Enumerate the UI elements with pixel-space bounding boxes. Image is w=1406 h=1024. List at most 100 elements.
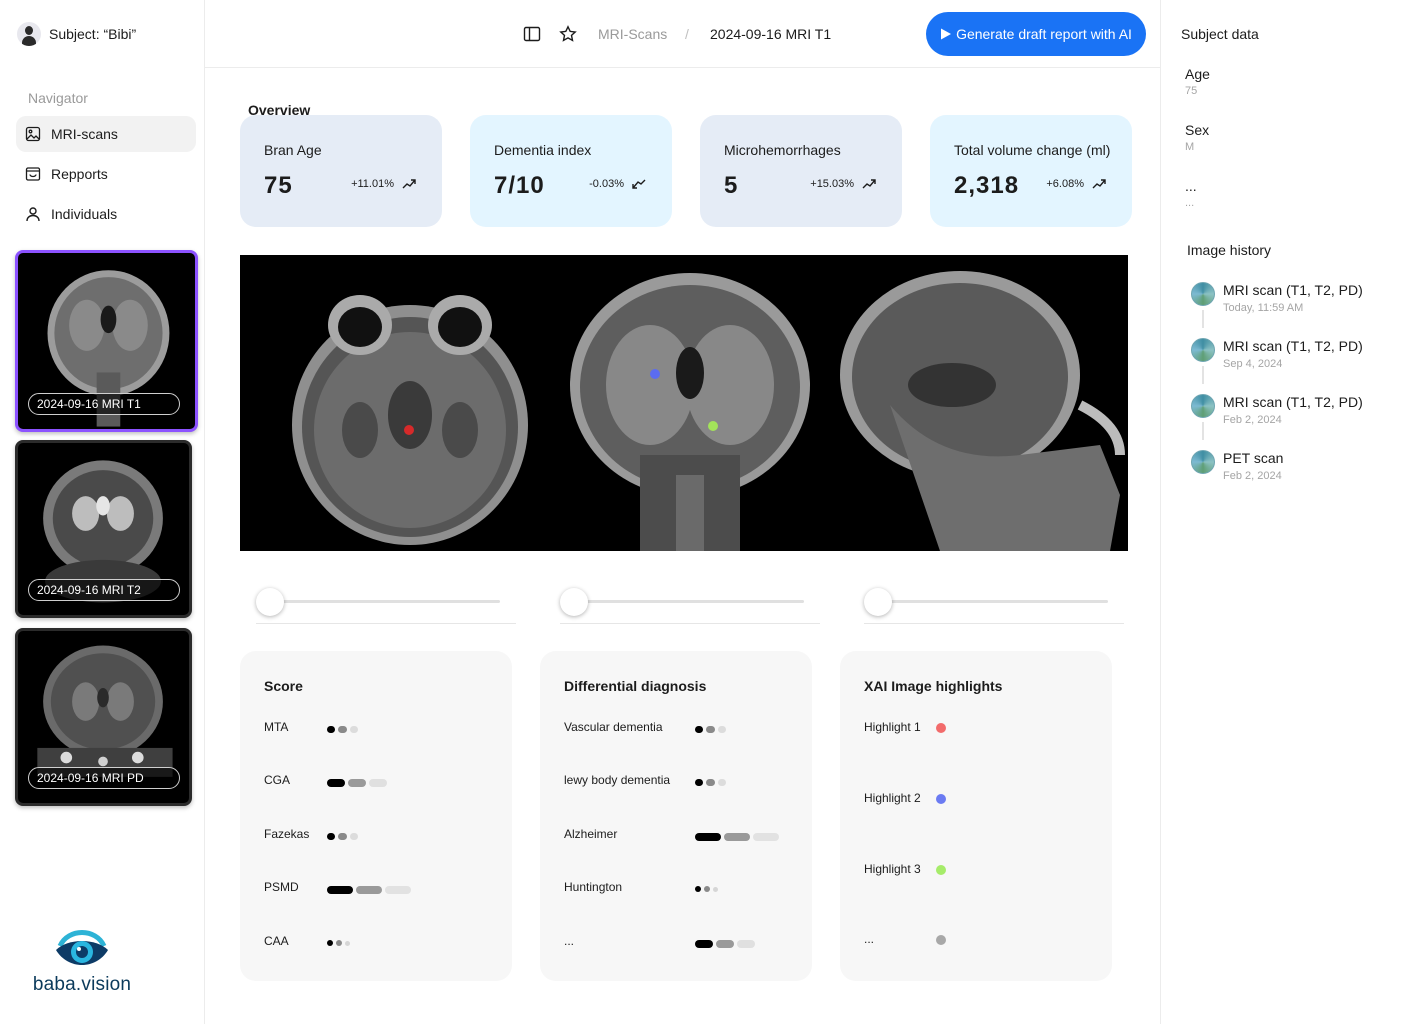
sidebar-item-repports[interactable]: Repports: [16, 156, 196, 192]
xai-highlight-color-dot: [936, 935, 946, 945]
subject-field-value: M: [1185, 141, 1195, 153]
diagnosis-rating-indicator: [695, 726, 726, 733]
diagnosis-rating-segment: [695, 726, 703, 733]
kpi-value: 2,318: [954, 172, 1020, 199]
kpi-value: 7/10: [494, 172, 545, 199]
history-item-name: MRI scan (T1, T2, PD): [1223, 394, 1363, 410]
xai-highlight-label[interactable]: Highlight 3: [864, 862, 921, 876]
sagittal-view[interactable]: [840, 271, 1125, 551]
subject-field-label: Sex: [1185, 122, 1210, 138]
mri-views: [292, 271, 1125, 551]
image-history-title: Image history: [1187, 242, 1272, 258]
trend-up-icon: [402, 179, 416, 189]
scan-preview-icon: [1191, 450, 1215, 474]
score-rating-segment: [338, 726, 347, 733]
slider-knob[interactable]: [256, 588, 284, 616]
diagnosis-rating-segment: [724, 833, 750, 841]
score-rating-segment: [338, 833, 347, 840]
trend-up-icon: [862, 179, 876, 189]
scan-preview-icon: [1191, 394, 1215, 418]
score-rating-segment: [345, 940, 350, 946]
differential-diagnosis-card: Differential diagnosis Vascular dementia…: [540, 651, 812, 981]
top-header: MRI-Scans / 2024-09-16 MRI T1 Generate d…: [205, 0, 1160, 68]
highlight-marker-3[interactable]: [708, 421, 718, 431]
logo-text: baba.vision: [32, 974, 132, 995]
diagnosis-row-label: Alzheimer: [564, 827, 618, 841]
score-rating-indicator: [327, 940, 350, 946]
score-rating-segment: [327, 833, 335, 840]
score-rating-indicator: [327, 886, 411, 894]
kpi-delta: +15.03%: [810, 178, 876, 190]
history-item-time: Sep 4, 2024: [1223, 358, 1283, 370]
kpi-delta-value: -0.03%: [589, 178, 624, 190]
score-rating-segment: [327, 940, 333, 946]
diagnosis-rating-segment: [704, 886, 710, 892]
diagnosis-row-label: ...: [564, 934, 575, 948]
slider-track[interactable]: [268, 600, 500, 603]
scan-thumbnail-t2[interactable]: 2024-09-16 MRI T2: [15, 440, 192, 618]
scan-thumbnail-pd[interactable]: 2024-09-16 MRI PD: [15, 628, 192, 806]
coronal-slice-slider[interactable]: [560, 588, 820, 624]
history-item-time: Feb 2, 2024: [1223, 414, 1282, 426]
timeline-connector: [1202, 422, 1204, 440]
sidebar-item-mri-scans[interactable]: MRI-scans: [16, 116, 196, 152]
scan-thumbnail-t1[interactable]: 2024-09-16 MRI T1: [15, 250, 198, 432]
star-icon[interactable]: [559, 25, 577, 43]
sidebar-item-individuals[interactable]: Individuals: [16, 196, 196, 232]
score-rating-segment: [385, 886, 411, 894]
xai-highlight-label[interactable]: ...: [864, 932, 874, 946]
score-rating-segment: [327, 886, 353, 894]
trend-up-icon: [1092, 179, 1106, 189]
score-rating-indicator: [327, 726, 358, 733]
diagnosis-rating-segment: [753, 833, 779, 841]
score-rating-segment: [327, 779, 345, 787]
score-row-label: Fazekas: [264, 827, 310, 841]
kpi-delta-value: +15.03%: [810, 178, 854, 190]
axial-slice-slider[interactable]: [256, 588, 516, 624]
kpi-card-brain-age: Bran Age 75 +11.01%: [240, 115, 442, 227]
highlight-marker-2[interactable]: [650, 369, 660, 379]
diagnosis-rating-segment: [716, 940, 734, 948]
xai-highlight-label[interactable]: Highlight 2: [864, 791, 921, 805]
diagnosis-row-label: lewy body dementia: [564, 773, 671, 787]
highlight-marker-1[interactable]: [404, 425, 414, 435]
diagnosis-rating-segment: [706, 779, 715, 786]
subject-selector[interactable]: Subject: “Bibi”: [17, 22, 136, 46]
coronal-view[interactable]: [570, 273, 810, 551]
mri-viewer[interactable]: [240, 255, 1128, 551]
slider-track[interactable]: [876, 600, 1108, 603]
kpi-card-microhemorrhages: Microhemorrhages 5 +15.03%: [700, 115, 902, 227]
breadcrumb-mri-scans[interactable]: MRI-Scans: [598, 26, 667, 42]
sidebar-item-label: MRI-scans: [51, 126, 118, 142]
score-card: Score MTA CGA Fazekas PSMD CAA: [240, 651, 512, 981]
score-rating-segment: [336, 940, 342, 946]
score-rating-indicator: [327, 833, 358, 840]
diagnosis-rating-segment: [713, 886, 718, 892]
score-row-label: CAA: [264, 934, 289, 948]
slider-track[interactable]: [572, 600, 804, 603]
scan-preview-icon: [1191, 282, 1215, 306]
sidebar-toggle-icon[interactable]: [523, 25, 541, 43]
kpi-value: 75: [264, 172, 293, 199]
history-item-name: MRI scan (T1, T2, PD): [1223, 282, 1363, 298]
diagnosis-rating-indicator: [695, 886, 718, 892]
score-rating-indicator: [327, 779, 387, 787]
inbox-icon: [25, 167, 41, 181]
kpi-delta: +6.08%: [1046, 178, 1106, 190]
subject-field-label: Age: [1185, 66, 1210, 82]
app: Subject: “Bibi” Navigator MRI-scans Repp…: [0, 0, 1406, 1024]
axial-view[interactable]: [292, 295, 528, 545]
kpi-delta: +11.01%: [351, 178, 416, 190]
generate-report-button[interactable]: Generate draft report with AI: [926, 12, 1146, 56]
score-rating-segment: [356, 886, 382, 894]
slider-knob[interactable]: [560, 588, 588, 616]
sagittal-slice-slider[interactable]: [864, 588, 1124, 624]
kpi-label: Total volume change (ml): [954, 142, 1111, 158]
diagnosis-row-label: Huntington: [564, 880, 623, 894]
score-rating-segment: [350, 833, 358, 840]
sidebar-item-label: Repports: [51, 166, 108, 182]
xai-highlight-label[interactable]: Highlight 1: [864, 720, 921, 734]
eye-logo-icon: [56, 930, 108, 965]
slider-knob[interactable]: [864, 588, 892, 616]
score-rating-segment: [369, 779, 387, 787]
